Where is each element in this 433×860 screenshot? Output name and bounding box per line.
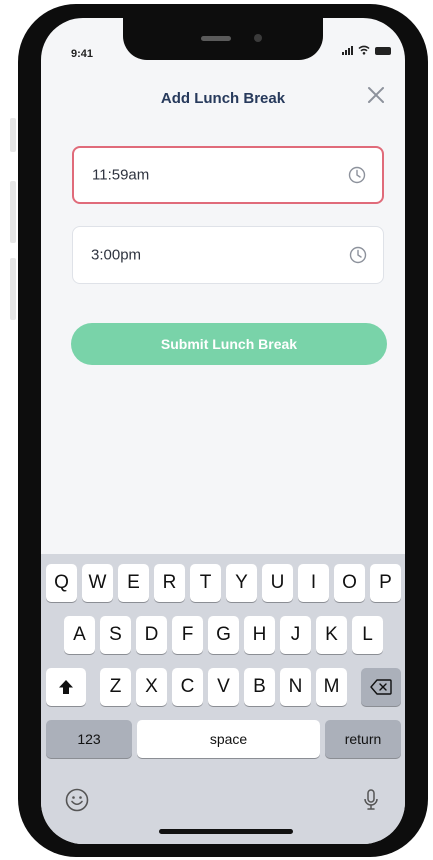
key-m[interactable]: M (316, 668, 347, 706)
key-j[interactable]: J (280, 616, 311, 654)
keyboard: Q W E R T Y U I O P A S D F G H J K L Z … (41, 554, 405, 844)
key-g[interactable]: G (208, 616, 239, 654)
key-a[interactable]: A (64, 616, 95, 654)
screen: 9:41 Add Lunch Break 11:59am 3:00pm Subm… (41, 18, 405, 844)
backspace-icon (370, 679, 392, 695)
key-h[interactable]: H (244, 616, 275, 654)
signal-icon (342, 45, 353, 55)
shift-key[interactable] (46, 668, 86, 706)
notch (123, 18, 323, 60)
key-t[interactable]: T (190, 564, 221, 602)
key-n[interactable]: N (280, 668, 311, 706)
return-key[interactable]: return (325, 720, 401, 758)
microphone-icon[interactable] (363, 788, 379, 812)
key-u[interactable]: U (262, 564, 293, 602)
numbers-key[interactable]: 123 (46, 720, 132, 758)
key-b[interactable]: B (244, 668, 275, 706)
home-indicator[interactable] (159, 829, 293, 834)
speaker (201, 36, 231, 41)
end-time-field[interactable]: 3:00pm (72, 226, 384, 284)
wifi-icon (358, 45, 370, 55)
key-l[interactable]: L (352, 616, 383, 654)
close-icon[interactable] (365, 84, 387, 106)
side-button-mute (10, 118, 16, 152)
key-r[interactable]: R (154, 564, 185, 602)
space-key[interactable]: space (137, 720, 320, 758)
key-s[interactable]: S (100, 616, 131, 654)
key-p[interactable]: P (370, 564, 401, 602)
key-o[interactable]: O (334, 564, 365, 602)
backspace-key[interactable] (361, 668, 401, 706)
key-y[interactable]: Y (226, 564, 257, 602)
phone-frame: 9:41 Add Lunch Break 11:59am 3:00pm Subm… (18, 4, 428, 857)
key-w[interactable]: W (82, 564, 113, 602)
clock-icon (349, 246, 367, 264)
side-button-volume-down (10, 258, 16, 320)
key-z[interactable]: Z (100, 668, 131, 706)
front-camera (254, 34, 262, 42)
status-time: 9:41 (71, 48, 94, 60)
key-v[interactable]: V (208, 668, 239, 706)
key-k[interactable]: K (316, 616, 347, 654)
side-button-volume-up (10, 181, 16, 243)
key-x[interactable]: X (136, 668, 167, 706)
battery-icon (375, 47, 391, 55)
start-time-value: 11:59am (92, 166, 150, 184)
key-d[interactable]: D (136, 616, 167, 654)
key-c[interactable]: C (172, 668, 203, 706)
key-f[interactable]: F (172, 616, 203, 654)
end-time-value: 3:00pm (91, 246, 142, 264)
start-time-field[interactable]: 11:59am (72, 146, 384, 204)
clock-icon (348, 166, 366, 184)
key-e[interactable]: E (118, 564, 149, 602)
page-title: Add Lunch Break (160, 90, 286, 107)
emoji-icon[interactable] (65, 788, 89, 812)
key-q[interactable]: Q (46, 564, 77, 602)
key-i[interactable]: I (298, 564, 329, 602)
submit-lunch-break-button[interactable]: Submit Lunch Break (71, 323, 387, 365)
status-icons (342, 45, 391, 55)
shift-icon (59, 680, 73, 694)
